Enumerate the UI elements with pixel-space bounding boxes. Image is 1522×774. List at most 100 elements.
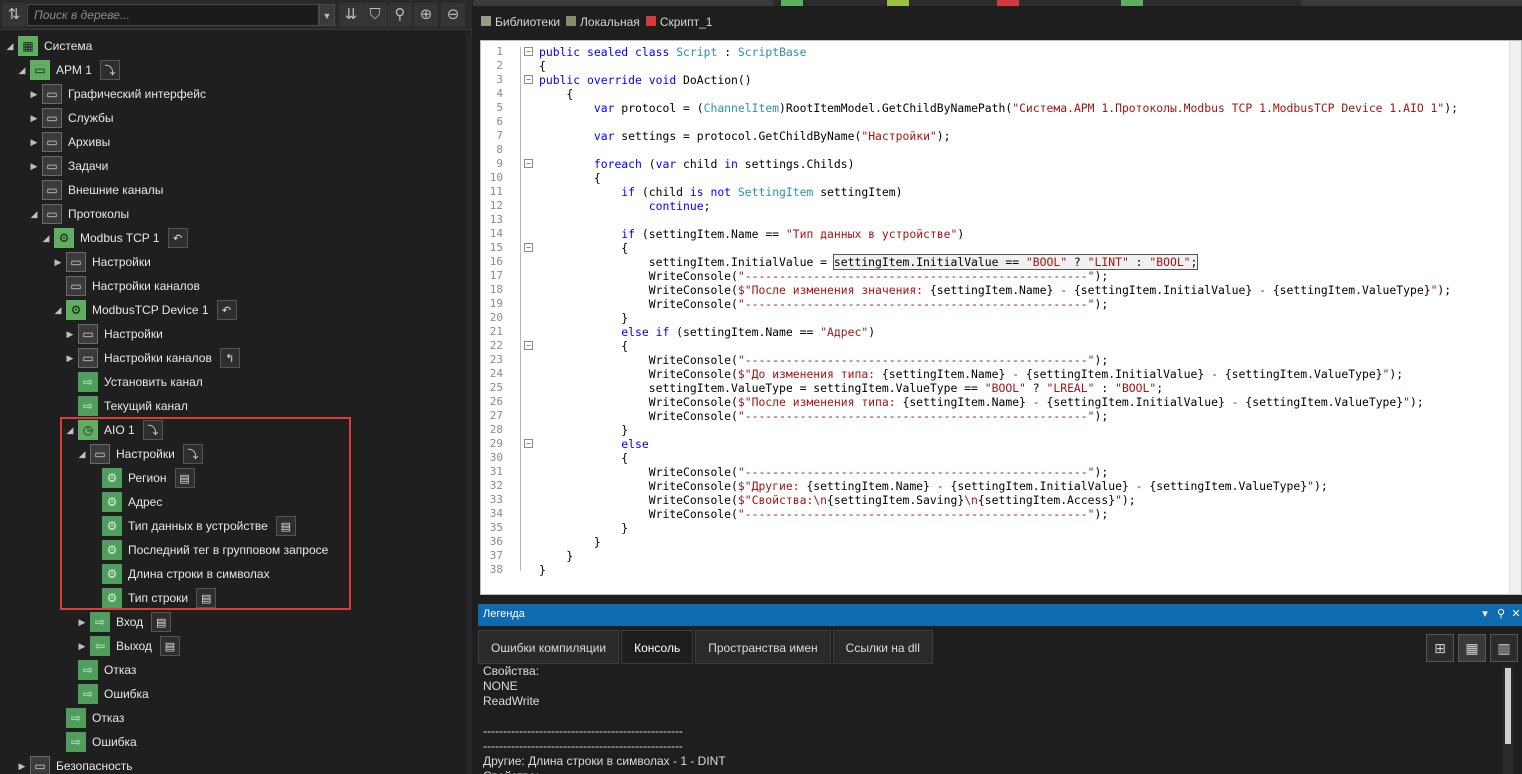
tree-item-last-tag-group[interactable]: ⚙ Последний тег в групповом запросе: [88, 538, 328, 562]
tree-item-aio1[interactable]: ◢ ◷ AIO 1 ⤵: [64, 418, 163, 442]
tree-item-input[interactable]: ▶ ⇨ Вход ▤: [76, 610, 172, 634]
code-line[interactable]: WriteConsole($"До изменения типа: {setti…: [539, 367, 1403, 381]
undo-badge-icon[interactable]: ↶: [216, 300, 237, 320]
expand-arrow-icon[interactable]: ▶: [76, 641, 88, 652]
code-line[interactable]: settingItem.InitialValue = settingItem.I…: [539, 254, 1199, 270]
list-badge-icon[interactable]: ▤: [196, 588, 217, 608]
tree-item-protocols[interactable]: ◢ ▭ Протоколы: [28, 202, 129, 226]
collapse-arrow-icon[interactable]: ◢: [40, 233, 52, 244]
expand-arrow-icon[interactable]: ▶: [16, 761, 28, 772]
code-line[interactable]: WriteConsole($"После изменения значения:…: [539, 283, 1451, 297]
expand-arrow-icon[interactable]: ▶: [28, 161, 40, 172]
code-line[interactable]: WriteConsole("--------------------------…: [539, 409, 1108, 423]
collapse-arrow-icon[interactable]: ◢: [52, 305, 64, 316]
fold-toggle-icon[interactable]: −: [524, 341, 533, 350]
redirect-badge-icon[interactable]: ⤵: [99, 60, 120, 80]
tree-item-current-channel[interactable]: ⇨ Текущий канал: [64, 394, 188, 418]
code-line[interactable]: var settings = protocol.GetChildByName("…: [539, 129, 951, 143]
tab-dll-references[interactable]: Ссылки на dll: [832, 630, 933, 664]
list-badge-icon[interactable]: ▤: [151, 612, 172, 632]
zoom-in-icon[interactable]: ⊕: [414, 3, 438, 27]
tree-root-icon[interactable]: ⇅: [2, 3, 26, 27]
code-line[interactable]: WriteConsole($"Свойства:\n{settingItem.S…: [539, 493, 1136, 507]
collapse-arrow-icon[interactable]: ◢: [16, 65, 28, 76]
code-line[interactable]: WriteConsole("--------------------------…: [539, 297, 1108, 311]
tree-item-set-channel[interactable]: ⇨ Установить канал: [64, 370, 203, 394]
fold-toggle-icon[interactable]: −: [524, 439, 533, 448]
tree-item-services[interactable]: ▶ ▭ Службы: [28, 106, 113, 130]
collapse-arrow-icon[interactable]: ◢: [28, 209, 40, 220]
code-line[interactable]: else if (settingItem.Name == "Адрес"): [539, 325, 875, 339]
code-line[interactable]: {: [539, 339, 628, 353]
expand-arrow-icon[interactable]: ▶: [28, 113, 40, 124]
code-line[interactable]: WriteConsole("--------------------------…: [539, 507, 1108, 521]
tree-item-gui[interactable]: ▶ ▭ Графический интерфейс: [28, 82, 206, 106]
tree-item-device-channel-settings[interactable]: ▶ ▭ Настройки каналов ↰: [64, 346, 240, 370]
code-editor[interactable]: 1 2 3 4 5 6 7 8 9 10 11 12 13 14 15 16 17 18 19 20 21 22 23 24 2…: [480, 40, 1522, 595]
tree-item-string-length[interactable]: ⚙ Длина строки в символах: [88, 562, 270, 586]
redirect-badge-icon[interactable]: ⤵: [182, 444, 203, 464]
list-badge-icon[interactable]: ▤: [159, 636, 180, 656]
expand-arrow-icon[interactable]: ▶: [64, 353, 76, 364]
code-line[interactable]: {: [539, 59, 546, 73]
console-output[interactable]: Свойства: NONE ReadWrite -----------------…: [483, 664, 1503, 774]
tree-item-system[interactable]: ◢ ▦ Система: [4, 34, 92, 58]
filter-options-icon[interactable]: ⇊: [339, 3, 363, 27]
code-line[interactable]: var protocol = (ChannelItem)RootItemMode…: [539, 101, 1458, 115]
tree-item-modbus-device1[interactable]: ◢ ⚙ ModbusTCP Device 1 ↶: [52, 298, 237, 322]
undo-badge-icon[interactable]: ↶: [167, 228, 188, 248]
tree-item-error[interactable]: ⇨ Ошибка: [64, 682, 149, 706]
breadcrumb-local[interactable]: Локальная: [566, 15, 640, 29]
columns-view-icon[interactable]: ▥: [1490, 634, 1518, 662]
tree-scrollbar[interactable]: [466, 34, 472, 774]
link-badge-icon[interactable]: ↰: [219, 348, 240, 368]
code-line[interactable]: }: [539, 563, 546, 577]
panel-menu-icon[interactable]: ▾: [1478, 607, 1492, 623]
tab-namespaces[interactable]: Пространства имен: [695, 630, 831, 664]
tree-item-failure[interactable]: ⇨ Отказ: [64, 658, 136, 682]
list-badge-icon[interactable]: ▤: [174, 468, 195, 488]
close-icon[interactable]: ✕: [1509, 607, 1522, 623]
fold-toggle-icon[interactable]: −: [524, 47, 533, 56]
collapse-arrow-icon[interactable]: ◢: [64, 425, 76, 436]
expand-arrow-icon[interactable]: ▶: [28, 137, 40, 148]
code-line[interactable]: public sealed class Script : ScriptBase: [539, 45, 807, 59]
tree-item-modbus-tcp1[interactable]: ◢ ⚙ Modbus TCP 1 ↶: [40, 226, 188, 250]
code-line[interactable]: settingItem.ValueType = settingItem.Valu…: [539, 381, 1163, 395]
list-badge-icon[interactable]: ▤: [275, 516, 296, 536]
code-line[interactable]: WriteConsole("--------------------------…: [539, 353, 1108, 367]
tree-item-device-settings[interactable]: ▶ ▭ Настройки: [64, 322, 163, 346]
code-line[interactable]: if (child is not SettingItem settingItem…: [539, 185, 902, 199]
console-scroll-thumb[interactable]: [1505, 668, 1511, 744]
filter-icon[interactable]: ⛉: [363, 3, 387, 27]
code-line[interactable]: }: [539, 549, 573, 563]
fold-toggle-icon[interactable]: −: [524, 243, 533, 252]
tree-item-string-type[interactable]: ⚙ Тип строки ▤: [88, 586, 217, 610]
code-line[interactable]: foreach (var child in settings.Childs): [539, 157, 855, 171]
code-line[interactable]: WriteConsole("--------------------------…: [539, 465, 1108, 479]
code-line[interactable]: {: [539, 241, 628, 255]
tab-compile-errors[interactable]: Ошибки компиляции: [478, 630, 620, 664]
zoom-out-icon[interactable]: ⊖: [441, 3, 465, 27]
tree-item-archives[interactable]: ▶ ▭ Архивы: [28, 130, 110, 154]
code-line[interactable]: public override void DoAction(): [539, 73, 752, 87]
code-line[interactable]: }: [539, 423, 628, 437]
expand-arrow-icon[interactable]: ▶: [76, 617, 88, 628]
code-line[interactable]: }: [539, 311, 628, 325]
expand-arrow-icon[interactable]: ▶: [52, 257, 64, 268]
code-line[interactable]: else: [539, 437, 648, 451]
code-line[interactable]: {: [539, 451, 628, 465]
grid-view-icon[interactable]: ⊞: [1426, 634, 1454, 662]
tree-item-channel-settings[interactable]: ▭ Настройки каналов: [52, 274, 200, 298]
tree-item-aio-settings[interactable]: ◢ ▭ Настройки ⤵: [76, 442, 203, 466]
pin-icon[interactable]: ⚲: [1494, 607, 1508, 623]
tree-item-failure-protocol[interactable]: ⇨ Отказ: [52, 706, 124, 730]
code-line[interactable]: }: [539, 535, 601, 549]
code-line[interactable]: WriteConsole($"После изменения типа: {se…: [539, 395, 1424, 409]
redirect-badge-icon[interactable]: ⤵: [142, 420, 163, 440]
tree-item-address[interactable]: ⚙ Адрес: [88, 490, 162, 514]
code-line[interactable]: }: [539, 521, 628, 535]
search-dropdown-button[interactable]: ▼: [319, 4, 335, 26]
code-line[interactable]: WriteConsole($"Другие: {settingItem.Name…: [539, 479, 1328, 493]
expand-arrow-icon[interactable]: ▶: [28, 89, 40, 100]
